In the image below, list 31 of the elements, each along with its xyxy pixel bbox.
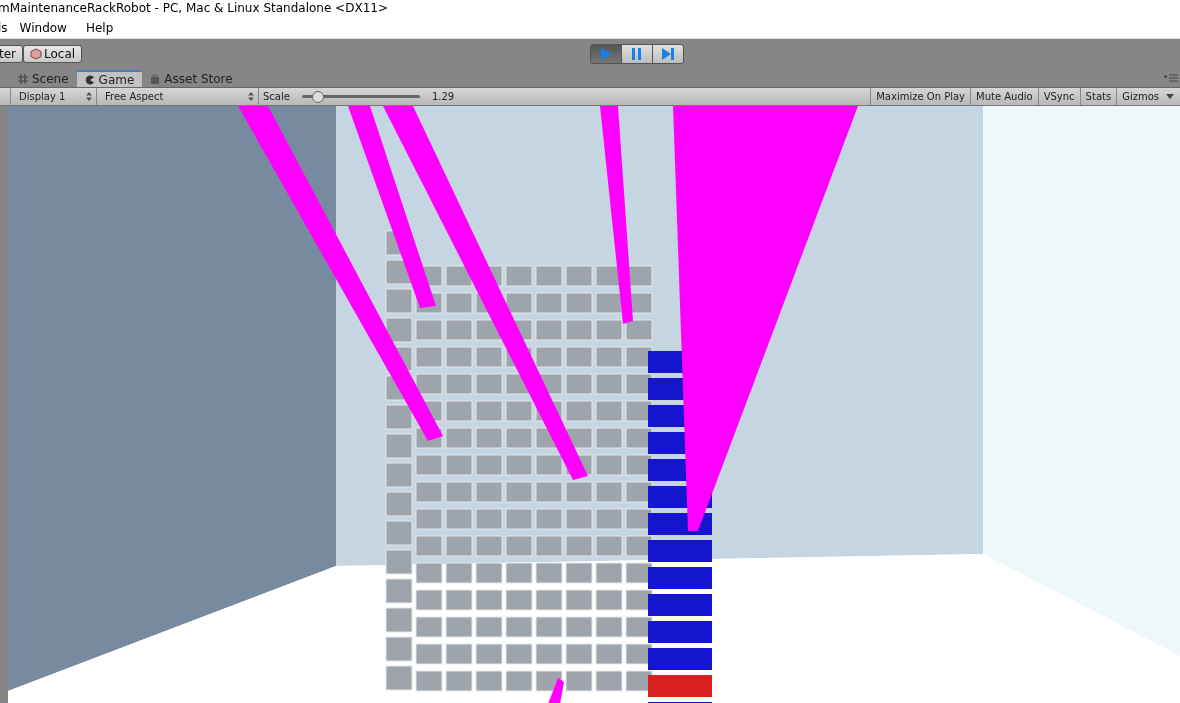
- aspect-dropdown[interactable]: Free Aspect: [96, 88, 258, 105]
- scale-label: Scale: [263, 91, 290, 102]
- play-icon: [599, 47, 613, 61]
- tab[interactable]: Scene: [10, 70, 77, 87]
- tab[interactable]: Game: [76, 70, 143, 87]
- toggle-button[interactable]: Mute Audio: [970, 88, 1038, 105]
- toolbar-button[interactable]: ter: [0, 44, 24, 63]
- toggle-button[interactable]: Maximize On Play: [870, 88, 970, 105]
- menu-icon[interactable]: [1164, 74, 1178, 82]
- menu-item[interactable]: Window: [19, 21, 76, 35]
- pause-icon: [630, 47, 644, 61]
- grid-icon: [18, 73, 28, 84]
- toolbar-button[interactable]: Local: [23, 44, 83, 63]
- slider-thumb[interactable]: [311, 90, 324, 103]
- bag-icon: [150, 73, 161, 84]
- caret-icon[interactable]: [1166, 94, 1174, 99]
- pause-button[interactable]: [621, 44, 653, 64]
- updown-icon: [248, 92, 254, 101]
- step-button[interactable]: [652, 44, 684, 64]
- toggle-button[interactable]: Gizmos: [1116, 88, 1164, 105]
- display-dropdown[interactable]: Display 1: [10, 88, 96, 105]
- updown-icon: [86, 92, 92, 101]
- scale-value: 1.29: [431, 91, 455, 102]
- step-icon: [661, 47, 675, 61]
- pacman-icon: [84, 74, 95, 85]
- cube-icon: [30, 47, 43, 60]
- toggle-button[interactable]: Stats: [1079, 88, 1117, 105]
- tab[interactable]: Asset Store: [142, 70, 241, 87]
- menu-item[interactable]: Help: [85, 21, 123, 35]
- menu-item[interactable]: ls: [0, 21, 8, 35]
- toggle-button[interactable]: VSync: [1037, 88, 1080, 105]
